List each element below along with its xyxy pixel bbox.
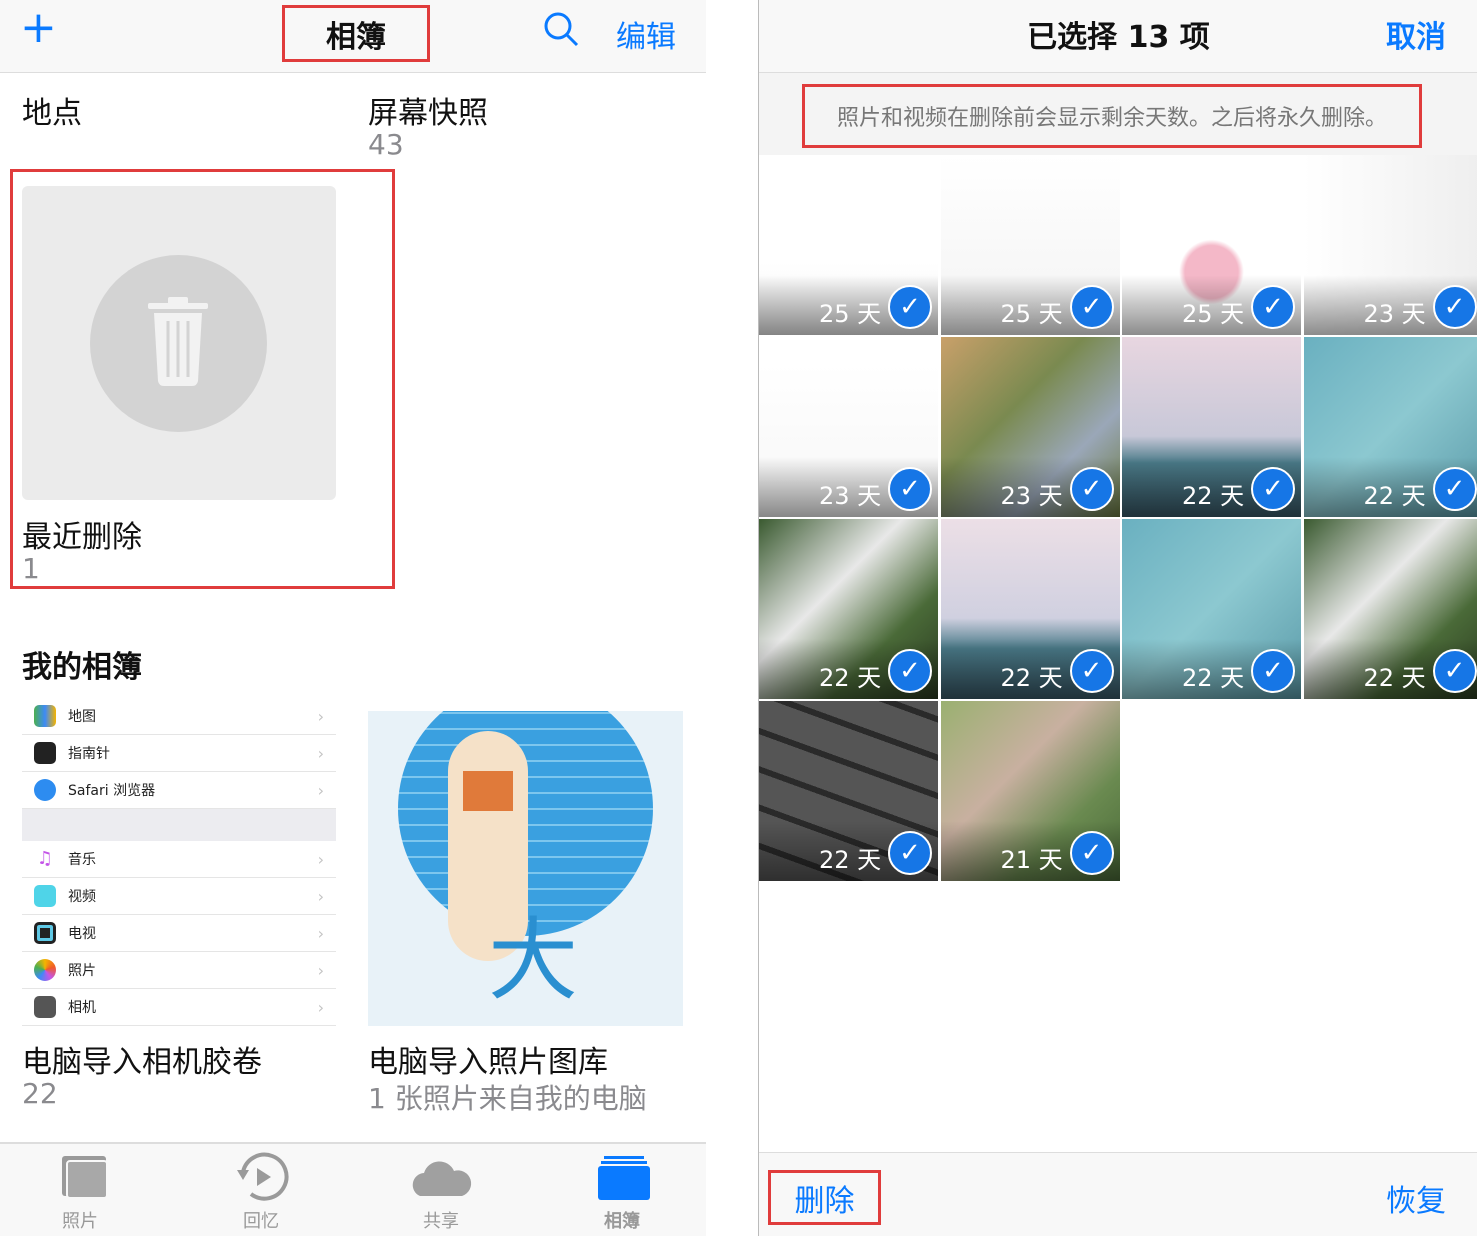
photo-grid: 25 天 ✓ 25 天 ✓ 25 天 ✓ 23 天 ✓ 23 天 ✓ 23 天 ✓ 22 天 ✓ 22 天 ✓… — [759, 155, 1477, 885]
row-label: 地图 — [68, 709, 96, 725]
photos-icon — [62, 1156, 108, 1199]
photo-item[interactable]: 22 天 ✓ — [759, 519, 938, 699]
tab-label: 共享 — [423, 1211, 459, 1232]
recently-deleted-album[interactable] — [22, 186, 336, 500]
row-label: Safari 浏览器 — [68, 783, 156, 799]
days-remaining: 25 天 — [1182, 300, 1245, 328]
recently-deleted-name[interactable]: 最近删除 — [22, 512, 142, 556]
days-remaining: 22 天 — [1363, 482, 1426, 510]
checkmark-icon: ✓ — [1432, 649, 1477, 693]
checkmark-icon: ✓ — [888, 467, 932, 511]
checkmark-icon: ✓ — [1069, 649, 1114, 693]
notice-text: 照片和视频在删除前会显示剩余天数。之后将永久删除。 — [836, 106, 1387, 131]
recently-deleted-count: 1 — [22, 552, 40, 585]
search-icon[interactable] — [542, 10, 580, 48]
checkmark-icon: ✓ — [1251, 467, 1295, 511]
photo-library-thumbnail[interactable]: 大 — [368, 711, 683, 1026]
tab-photos[interactable]: 照片 — [20, 1152, 140, 1233]
memories-icon — [237, 1152, 289, 1201]
photo-item[interactable]: 22 天 ✓ — [1303, 519, 1477, 699]
recover-button[interactable]: 恢复 — [1386, 1176, 1446, 1220]
days-remaining: 22 天 — [1363, 664, 1426, 692]
days-remaining: 23 天 — [1000, 482, 1063, 510]
photo-item[interactable]: 22 天 ✓ — [1122, 337, 1301, 517]
days-remaining: 22 天 — [1182, 664, 1245, 692]
row-label: 视频 — [68, 889, 96, 905]
my-albums-heading: 我的相簿 — [22, 650, 142, 685]
days-remaining: 23 天 — [1363, 300, 1426, 328]
checkmark-icon: ✓ — [1432, 467, 1477, 511]
checkmark-icon: ✓ — [888, 831, 932, 875]
tab-label: 照片 — [62, 1211, 98, 1232]
photo-item[interactable]: 22 天 ✓ — [1303, 337, 1477, 517]
row-label: 相机 — [68, 1000, 96, 1016]
days-remaining: 22 天 — [1000, 664, 1063, 692]
tab-memories[interactable]: 回忆 — [201, 1152, 321, 1233]
photo-item[interactable]: 25 天 ✓ — [759, 155, 938, 335]
delete-button[interactable]: 删除 — [768, 1176, 881, 1220]
album-places[interactable]: 地点 — [22, 88, 82, 132]
album-screenshots[interactable]: 屏幕快照 — [368, 88, 488, 132]
trash-icon — [90, 255, 267, 432]
tab-albums[interactable]: 相簿 — [562, 1152, 682, 1233]
days-remaining: 23 天 — [819, 482, 882, 510]
edit-button[interactable]: 编辑 — [616, 12, 676, 56]
checkmark-icon: ✓ — [1069, 467, 1114, 511]
days-remaining: 22 天 — [819, 846, 882, 874]
row-label: 照片 — [68, 963, 96, 979]
checkmark-icon: ✓ — [1069, 285, 1114, 329]
tab-label: 回忆 — [243, 1211, 279, 1232]
checkmark-icon: ✓ — [1251, 649, 1295, 693]
checkmark-icon: ✓ — [1432, 285, 1477, 329]
photo-item[interactable]: 25 天 ✓ — [940, 155, 1120, 335]
photo-item[interactable]: 22 天 ✓ — [1122, 519, 1301, 699]
recently-deleted-screen: 已选择 13 项 取消 照片和视频在删除前会显示剩余天数。之后将永久删除。 25… — [758, 0, 1477, 1236]
checkmark-icon: ✓ — [1069, 831, 1114, 875]
photo-item[interactable]: 21 天 ✓ — [940, 701, 1120, 881]
tab-shared[interactable]: 共享 — [381, 1152, 501, 1233]
days-remaining: 22 天 — [819, 664, 882, 692]
page-title: 相簿 — [326, 20, 386, 55]
checkmark-icon: ✓ — [888, 285, 932, 329]
album-count: 43 — [368, 128, 404, 161]
days-remaining: 25 天 — [1000, 300, 1063, 328]
cancel-button[interactable]: 取消 — [1386, 12, 1446, 56]
selection-title: 已选择 13 项 — [1027, 20, 1210, 55]
photo-item[interactable]: 25 天 ✓ — [1122, 155, 1301, 335]
row-label: 音乐 — [68, 852, 96, 868]
photo-item[interactable]: 23 天 ✓ — [759, 337, 938, 517]
album-name[interactable]: 电脑导入相机胶卷 — [22, 1037, 262, 1081]
camera-roll-thumbnail[interactable]: 地图 › 指南针 › Safari 浏览器 › ♫ 音乐 › 视频 › 电视 › 照片 › 相机… — [22, 698, 336, 1026]
album-count: 22 — [22, 1077, 58, 1110]
photo-item[interactable]: 22 天 ✓ — [759, 701, 938, 881]
tab-label: 相簿 — [604, 1211, 640, 1232]
checkmark-icon: ✓ — [888, 649, 932, 693]
row-label: 指南针 — [68, 746, 110, 762]
photo-item[interactable]: 23 天 ✓ — [1303, 155, 1477, 335]
photo-item[interactable]: 23 天 ✓ — [940, 337, 1120, 517]
days-remaining: 21 天 — [1000, 846, 1063, 874]
checkmark-icon: ✓ — [1251, 285, 1295, 329]
photo-item[interactable]: 22 天 ✓ — [940, 519, 1120, 699]
cloud-icon — [412, 1161, 472, 1196]
row-label: 电视 — [68, 926, 96, 942]
albums-icon — [598, 1156, 650, 1200]
days-remaining: 25 天 — [819, 300, 882, 328]
albums-screen: + 相簿 编辑 地点 屏幕快照 43 最近删除 1 我的相簿 地图 › 指南针 › … — [0, 0, 706, 1236]
album-count: 1 张照片来自我的电脑 — [368, 1082, 647, 1115]
album-name[interactable]: 电脑导入照片图库 — [368, 1037, 608, 1081]
thumbnail-glyph: 大 — [488, 908, 578, 1013]
days-remaining: 22 天 — [1182, 482, 1245, 510]
plus-icon[interactable]: + — [20, 6, 57, 50]
